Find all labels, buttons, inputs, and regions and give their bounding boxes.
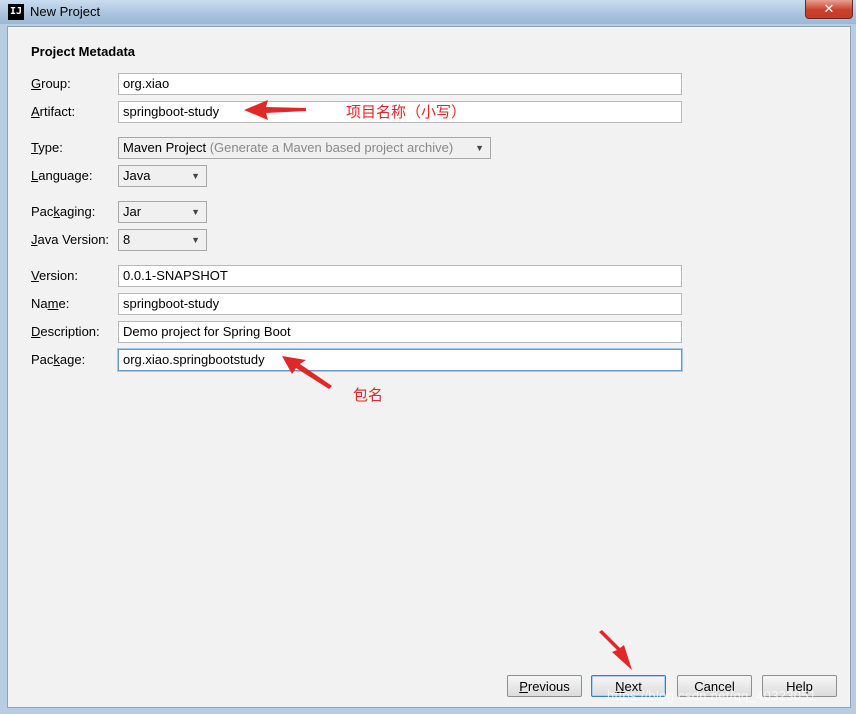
previous-button[interactable]: Previous [507,675,582,697]
arrow-to-artifact-icon [244,100,306,120]
annotation-arrows [244,100,632,670]
watermark: https://blog.csdn.net/qq_40323051 [607,688,817,703]
arrow-to-package-icon [282,356,332,389]
arrow-to-next-icon [599,630,632,670]
